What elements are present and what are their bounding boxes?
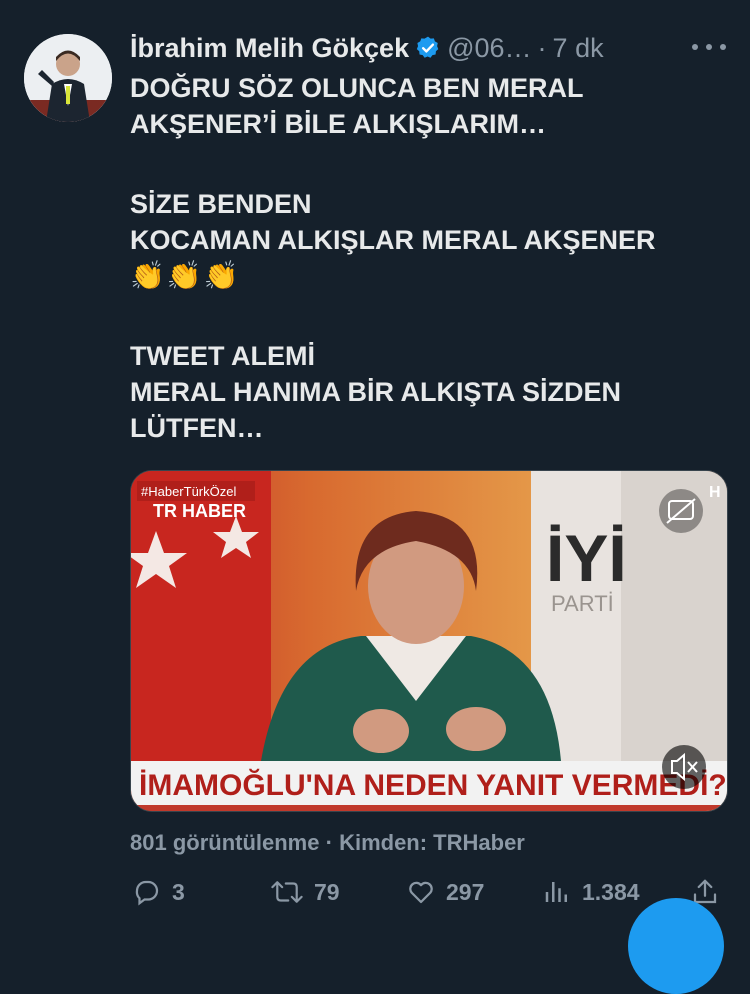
verified-badge-icon <box>416 36 439 58</box>
reply-count: 3 <box>172 878 185 905</box>
text-line: KOCAMAN ALKIŞLAR MERAL AKŞENER <box>130 225 656 255</box>
source-label[interactable]: Kimden: TRHaber <box>339 830 525 855</box>
tweet-text: DOĞRU SÖZ OLUNCA BEN MERAL AKŞENER’İ BİL… <box>130 70 730 446</box>
retweet-button[interactable]: 79 <box>270 872 340 912</box>
tweet-time[interactable]: 7 dk <box>553 33 604 64</box>
text-line: LÜTFEN… <box>130 413 264 443</box>
views-count: 1.384 <box>582 878 640 905</box>
text-line: DOĞRU SÖZ OLUNCA BEN MERAL <box>130 73 584 103</box>
text-line: MERAL HANIMA BİR ALKIŞTA SİZDEN <box>130 377 621 407</box>
tweet[interactable]: İbrahim Melih Gökçek @06… · 7 dk DOĞRU S… <box>0 0 750 994</box>
closed-captions-icon[interactable] <box>659 489 703 533</box>
party-sub-text: PARTİ <box>551 591 614 616</box>
separator-dot: · <box>537 32 547 63</box>
reply-button[interactable]: 3 <box>132 872 185 912</box>
analytics-icon <box>545 882 567 902</box>
meta-separator: · <box>325 830 333 855</box>
tweet-header: İbrahim Melih Gökçek @06… · 7 dk <box>130 30 730 66</box>
avatar[interactable] <box>24 34 112 122</box>
party-logo-text: İYİ <box>546 521 627 595</box>
tweet-meta: 801 görüntülenme · Kimden: TRHaber <box>130 830 525 856</box>
more-options-icon[interactable] <box>692 36 726 58</box>
compose-button[interactable] <box>628 898 724 994</box>
channel-tag: #HaberTürkÖzel <box>141 484 236 499</box>
action-bar: 3 79 297 1.384 <box>130 872 730 912</box>
like-button[interactable]: 297 <box>406 872 484 912</box>
reply-icon <box>135 880 159 906</box>
heart-icon <box>409 881 433 904</box>
retweet-count: 79 <box>314 878 340 905</box>
mute-icon[interactable] <box>662 745 706 789</box>
text-line: SİZE BENDEN <box>130 189 312 219</box>
like-count: 297 <box>446 878 485 905</box>
text-line: AKŞENER’İ BİLE ALKIŞLARIM… <box>130 109 547 139</box>
clapping-emojis: 👏👏👏 <box>130 260 241 291</box>
author-handle[interactable]: @06… <box>447 33 531 64</box>
news-banner: İMAMOĞLU'NA NEDEN YANIT VERMEDİ? <box>139 768 727 802</box>
view-count: 801 görüntülenme <box>130 830 320 855</box>
views-button[interactable]: 1.384 <box>542 872 640 912</box>
video-frame: İYİ PARTİ #HaberTürkÖzel TR HABER H İMAM… <box>131 471 727 811</box>
retweet-icon <box>271 881 303 903</box>
channel-logo: TR HABER <box>153 501 246 521</box>
video-player[interactable]: İYİ PARTİ #HaberTürkÖzel TR HABER H İMAM… <box>130 470 728 812</box>
corner-tag: H <box>709 484 721 501</box>
text-line: TWEET ALEMİ <box>130 341 315 371</box>
author-name[interactable]: İbrahim Melih Gökçek <box>130 33 409 64</box>
